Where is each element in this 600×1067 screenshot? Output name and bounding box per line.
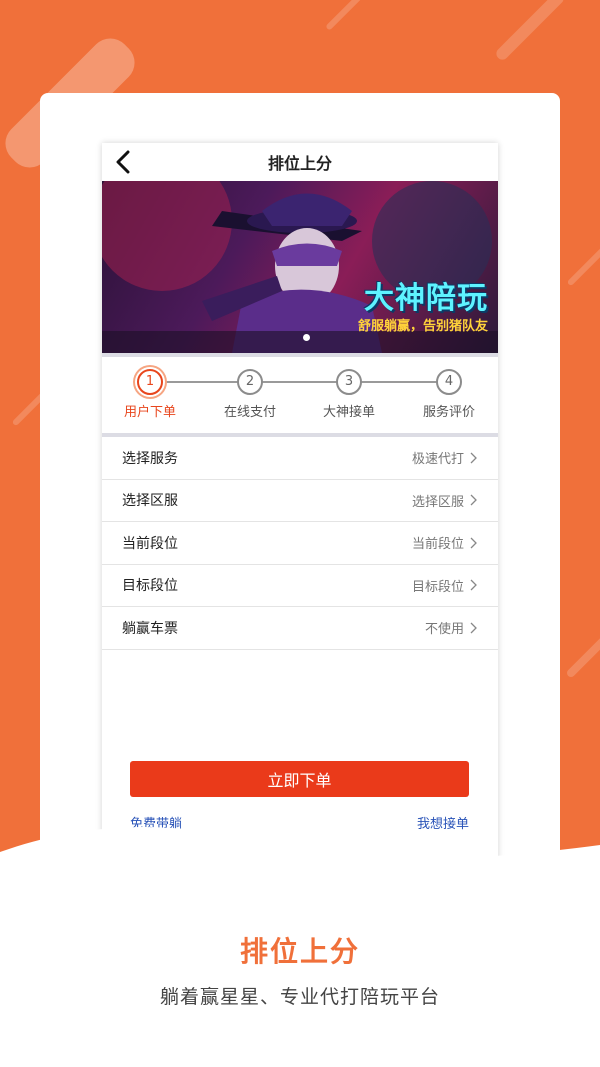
step-number: 4 [436, 369, 462, 395]
option-current-rank[interactable]: 当前段位 当前段位 [102, 522, 498, 565]
banner-headline: 大神陪玩 [364, 281, 488, 316]
option-label: 目标段位 [122, 578, 178, 595]
option-value: 当前段位 [411, 537, 464, 553]
footer-slogan: 躺着赢星星、专业代打陪玩平台 [159, 986, 440, 1008]
option-ticket[interactable]: 躺赢车票 不使用 [102, 607, 498, 650]
option-target-rank[interactable]: 目标段位 目标段位 [102, 565, 498, 607]
option-service[interactable]: 选择服务 极速代打 [102, 437, 498, 480]
order-steps: 1 用户下单 2 在线支付 3 大神接单 4 服务评价 [102, 357, 498, 433]
step-pro-accept: 3 大神接单 [304, 357, 394, 420]
phone-screen: 排位上分 大神陪玩 舒服躺赢，告别猪队友 1 用户下单 2 在线支付 3 大神接… [102, 143, 498, 863]
page-title: 排位上分 [267, 154, 332, 173]
decor-stripe [493, 0, 567, 63]
banner-subtitle: 舒服躺赢，告别猪队友 [357, 319, 488, 334]
order-options: 选择服务 极速代打 选择区服 选择区服 当前段位 当前段位 目标段位 目标段位 … [102, 437, 498, 650]
step-label: 在线支付 [223, 405, 276, 420]
option-server[interactable]: 选择区服 选择区服 [102, 480, 498, 522]
chevron-right-icon [470, 494, 477, 506]
promo-banner[interactable]: 大神陪玩 舒服躺赢，告别猪队友 [102, 181, 498, 353]
chevron-right-icon [470, 537, 477, 549]
option-value: 不使用 [424, 622, 464, 638]
chevron-right-icon [470, 622, 477, 634]
option-label: 选择区服 [122, 493, 178, 510]
step-label: 大神接单 [322, 405, 375, 420]
footer-title: 排位上分 [239, 935, 360, 968]
chevron-right-icon [470, 579, 477, 591]
step-label: 用户下单 [123, 405, 176, 420]
option-value: 选择区服 [411, 494, 464, 510]
option-label: 躺赢车票 [122, 620, 178, 637]
step-number: 1 [137, 369, 163, 395]
carousel-dot[interactable] [303, 334, 310, 341]
step-number: 3 [336, 369, 362, 395]
option-value: 目标段位 [411, 579, 464, 595]
step-number: 2 [237, 369, 263, 395]
step-label: 服务评价 [422, 405, 475, 420]
chevron-right-icon [470, 452, 477, 464]
option-label: 当前段位 [122, 535, 178, 552]
decor-stripe [566, 239, 600, 287]
chevron-left-icon[interactable] [112, 149, 134, 175]
decor-stripe [565, 609, 600, 679]
step-online-pay: 2 在线支付 [205, 357, 295, 420]
option-value: 极速代打 [411, 452, 464, 468]
step-service-review: 4 服务评价 [404, 357, 494, 420]
decor-stripe [325, 0, 365, 31]
step-user-order: 1 用户下单 [105, 357, 195, 420]
order-now-button[interactable]: 立即下单 [130, 761, 469, 797]
option-label: 选择服务 [122, 450, 178, 467]
nav-bar: 排位上分 [102, 143, 498, 181]
